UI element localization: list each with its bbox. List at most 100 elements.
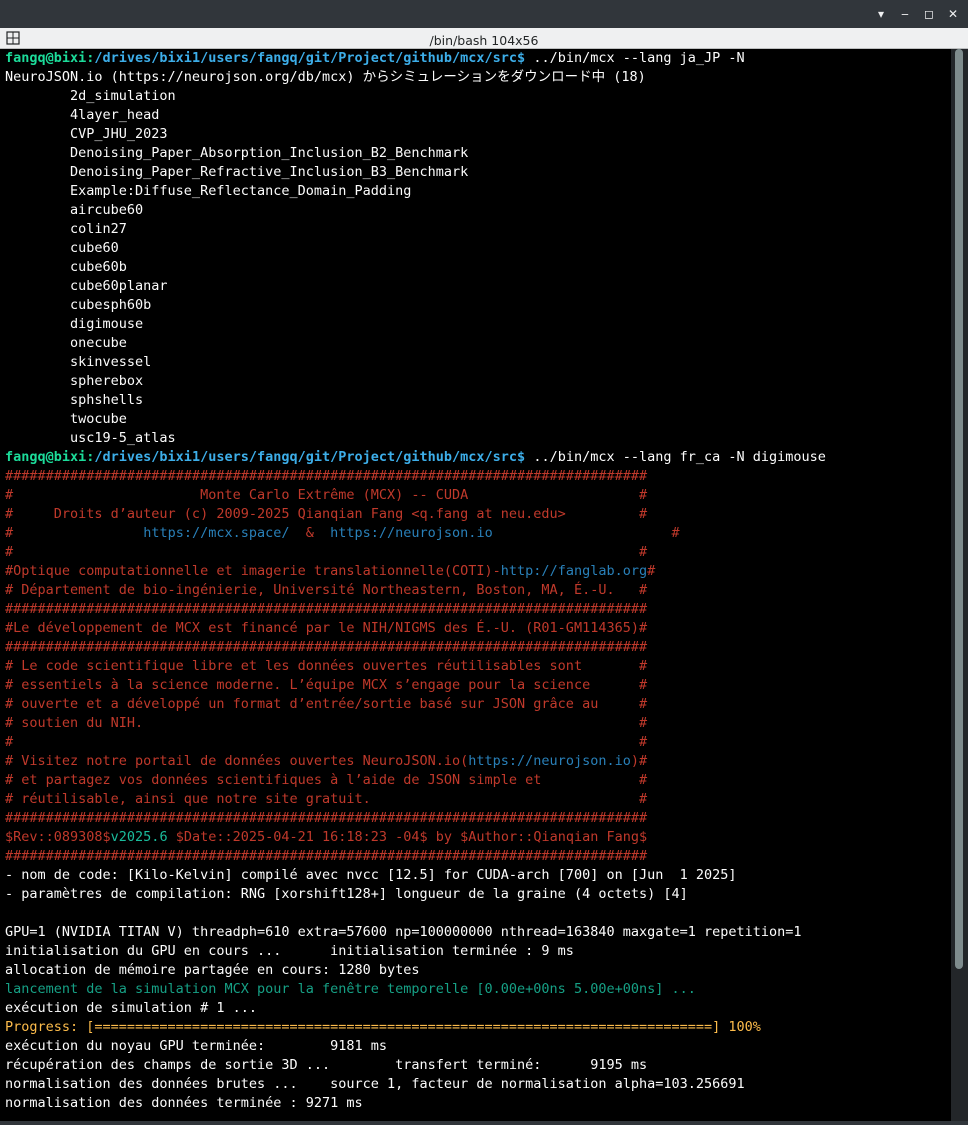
terminal-text: # Monte Carlo Extrême (MCX) -- CUDA # [5,487,648,503]
terminal-text: $Rev::089308$ [5,829,111,845]
terminal-text: #Le développement de MCX est financé par… [5,620,648,636]
scrollbar[interactable] [951,49,968,1121]
terminal-text: lancement de la simulation MCX pour la f… [5,981,696,997]
window-bottom-border [0,1121,968,1125]
terminal-line: # soutien du NIH. # [5,714,647,733]
terminal-text: usc19-5_atlas [5,430,176,446]
terminal-line: Example:Diffuse_Reflectance_Domain_Paddi… [5,182,411,201]
terminal-text: onecube [5,335,127,351]
minimize-button[interactable]: ▾ [872,5,890,23]
terminal-text: # Département de bio-ingénierie, Univers… [5,582,648,598]
terminal-line: Progress: [=============================… [5,1018,761,1037]
terminal-line: #Optique computationnelle et imagerie tr… [5,562,655,581]
terminal-line: twocube [5,410,127,429]
terminal-line: # ouverte et a développé un format d’ent… [5,695,647,714]
terminal-text: sphshells [5,392,144,408]
terminal-line: fangq@bixi:/drives/bixi1/users/fangq/git… [5,49,745,68]
terminal-line: ########################################… [5,600,647,619]
terminal-text: & [289,525,331,541]
terminal-line: 4layer_head [5,106,159,125]
title-bar[interactable]: ▾ ‒ ◻ ✕ [0,0,968,28]
close-button[interactable]: ✕ [944,5,962,23]
terminal-line: initialisation du GPU en cours ... initi… [5,942,574,961]
terminal-line: # Le code scientifique libre et les donn… [5,657,647,676]
terminal-text: cube60planar [5,278,168,294]
terminal-text: 2d_simulation [5,88,176,104]
terminal-line: 2d_simulation [5,87,176,106]
terminal-text: cube60b [5,259,127,275]
terminal-line: aircube60 [5,201,143,220]
terminal-text: # ouverte et a développé un format d’ent… [5,696,648,712]
terminal-line: Denoising_Paper_Refractive_Inclusion_B3_… [5,163,468,182]
terminal-line: colin27 [5,220,127,239]
terminal-text: - paramètres de compilation: RNG [xorshi… [5,886,688,902]
terminal-text: #Optique computationnelle et imagerie tr… [5,563,501,579]
terminal-line: cube60b [5,258,127,277]
terminal-text: skinvessel [5,354,152,370]
terminal-text: ########################################… [5,848,648,864]
terminal-text: ########################################… [5,468,648,484]
terminal-line: - paramètres de compilation: RNG [xorshi… [5,885,688,904]
terminal-text: fangq@bixi: [5,50,95,66]
terminal-text: cube60 [5,240,119,256]
window-title: /bin/bash 104x56 [429,33,539,48]
terminal-line: # essentiels à la science moderne. L’équ… [5,676,647,695]
terminal-line: cube60 [5,239,119,258]
terminal-line: fangq@bixi:/drives/bixi1/users/fangq/git… [5,448,826,467]
terminal-text: normalisation des données brutes ... sou… [5,1076,745,1092]
terminal-line: # Département de bio-ingénierie, Univers… [5,581,647,600]
terminal-text: spherebox [5,373,144,389]
terminal-line: ########################################… [5,847,647,866]
terminal-line: # réutilisable, ainsi que notre site gra… [5,790,647,809]
restore-button[interactable]: ‒ [896,5,914,23]
maximize-button[interactable]: ◻ [920,5,938,23]
terminal-text: ########################################… [5,810,648,826]
terminal-text: /drives/bixi1/users/fangq/git/Project/gi… [94,50,526,66]
terminal-text: ########################################… [5,601,648,617]
terminal-window: ▾ ‒ ◻ ✕ /bin/bash 104x56 fangq@bixi:/dri… [0,0,968,1125]
scrollbar-thumb[interactable] [955,49,963,969]
terminal-text: allocation de mémoire partagée en cours:… [5,962,420,978]
terminal-text: ../bin/mcx --lang fr_ca -N digimouse [525,449,826,465]
terminal-text: NeuroJSON.io (https://neurojson.org/db/m… [5,69,646,85]
terminal-text: ../bin/mcx --lang ja_JP -N [525,50,745,66]
terminal-line: cubesph60b [5,296,151,315]
terminal-text: # # [5,544,648,560]
terminal-text: cubesph60b [5,297,152,313]
terminal-text: https://mcx.space/ [143,525,290,541]
terminal-line: usc19-5_atlas [5,429,176,448]
terminal-line: # Visitez notre portail de données ouver… [5,752,647,771]
terminal-line: # Droits d’auteur (c) 2009-2025 Qianqian… [5,505,647,524]
terminal-text: GPU=1 (NVIDIA TITAN V) threadph=610 extr… [5,924,802,940]
terminal-line: - nom de code: [Kilo-Kelvin] compilé ave… [5,866,737,885]
terminal-line: NeuroJSON.io (https://neurojson.org/db/m… [5,68,646,87]
terminal-text: v2025.6 [110,829,168,845]
terminal-line: ########################################… [5,638,647,657]
terminal-line: ########################################… [5,809,647,828]
terminal-text: Progress: [=============================… [5,1019,761,1035]
terminal-text: # Visitez notre portail de données ouver… [5,753,469,769]
terminal-text: CVP_JHU_2023 [5,126,168,142]
terminal-line: sphshells [5,391,143,410]
terminal-line: allocation de mémoire partagée en cours:… [5,961,420,980]
terminal-text: - nom de code: [Kilo-Kelvin] compilé ave… [5,867,737,883]
terminal-line: CVP_JHU_2023 [5,125,168,144]
terminal-header: /bin/bash 104x56 [0,28,968,49]
terminal-line: GPU=1 (NVIDIA TITAN V) threadph=610 extr… [5,923,802,942]
terminal-text: ########################################… [5,639,648,655]
terminal-text: # Le code scientifique libre et les donn… [5,658,648,674]
terminal-text: https://neurojson.io [330,525,493,541]
terminal-text: # [647,563,656,579]
terminal-output[interactable]: fangq@bixi:/drives/bixi1/users/fangq/git… [0,49,951,1121]
terminal-line: Denoising_Paper_Absorption_Inclusion_B2_… [5,144,468,163]
terminal-line: # https://mcx.space/ & https://neurojson… [5,524,680,543]
terminal-text: Denoising_Paper_Absorption_Inclusion_B2_… [5,145,469,161]
terminal-text: normalisation des données terminée : 927… [5,1095,363,1111]
terminal-text: # [5,525,14,541]
terminal-text: twocube [5,411,127,427]
terminal-line: cube60planar [5,277,168,296]
terminal-line: normalisation des données terminée : 927… [5,1094,363,1113]
terminal-text: initialisation du GPU en cours ... initi… [5,943,574,959]
terminal-text: )# [630,753,648,769]
